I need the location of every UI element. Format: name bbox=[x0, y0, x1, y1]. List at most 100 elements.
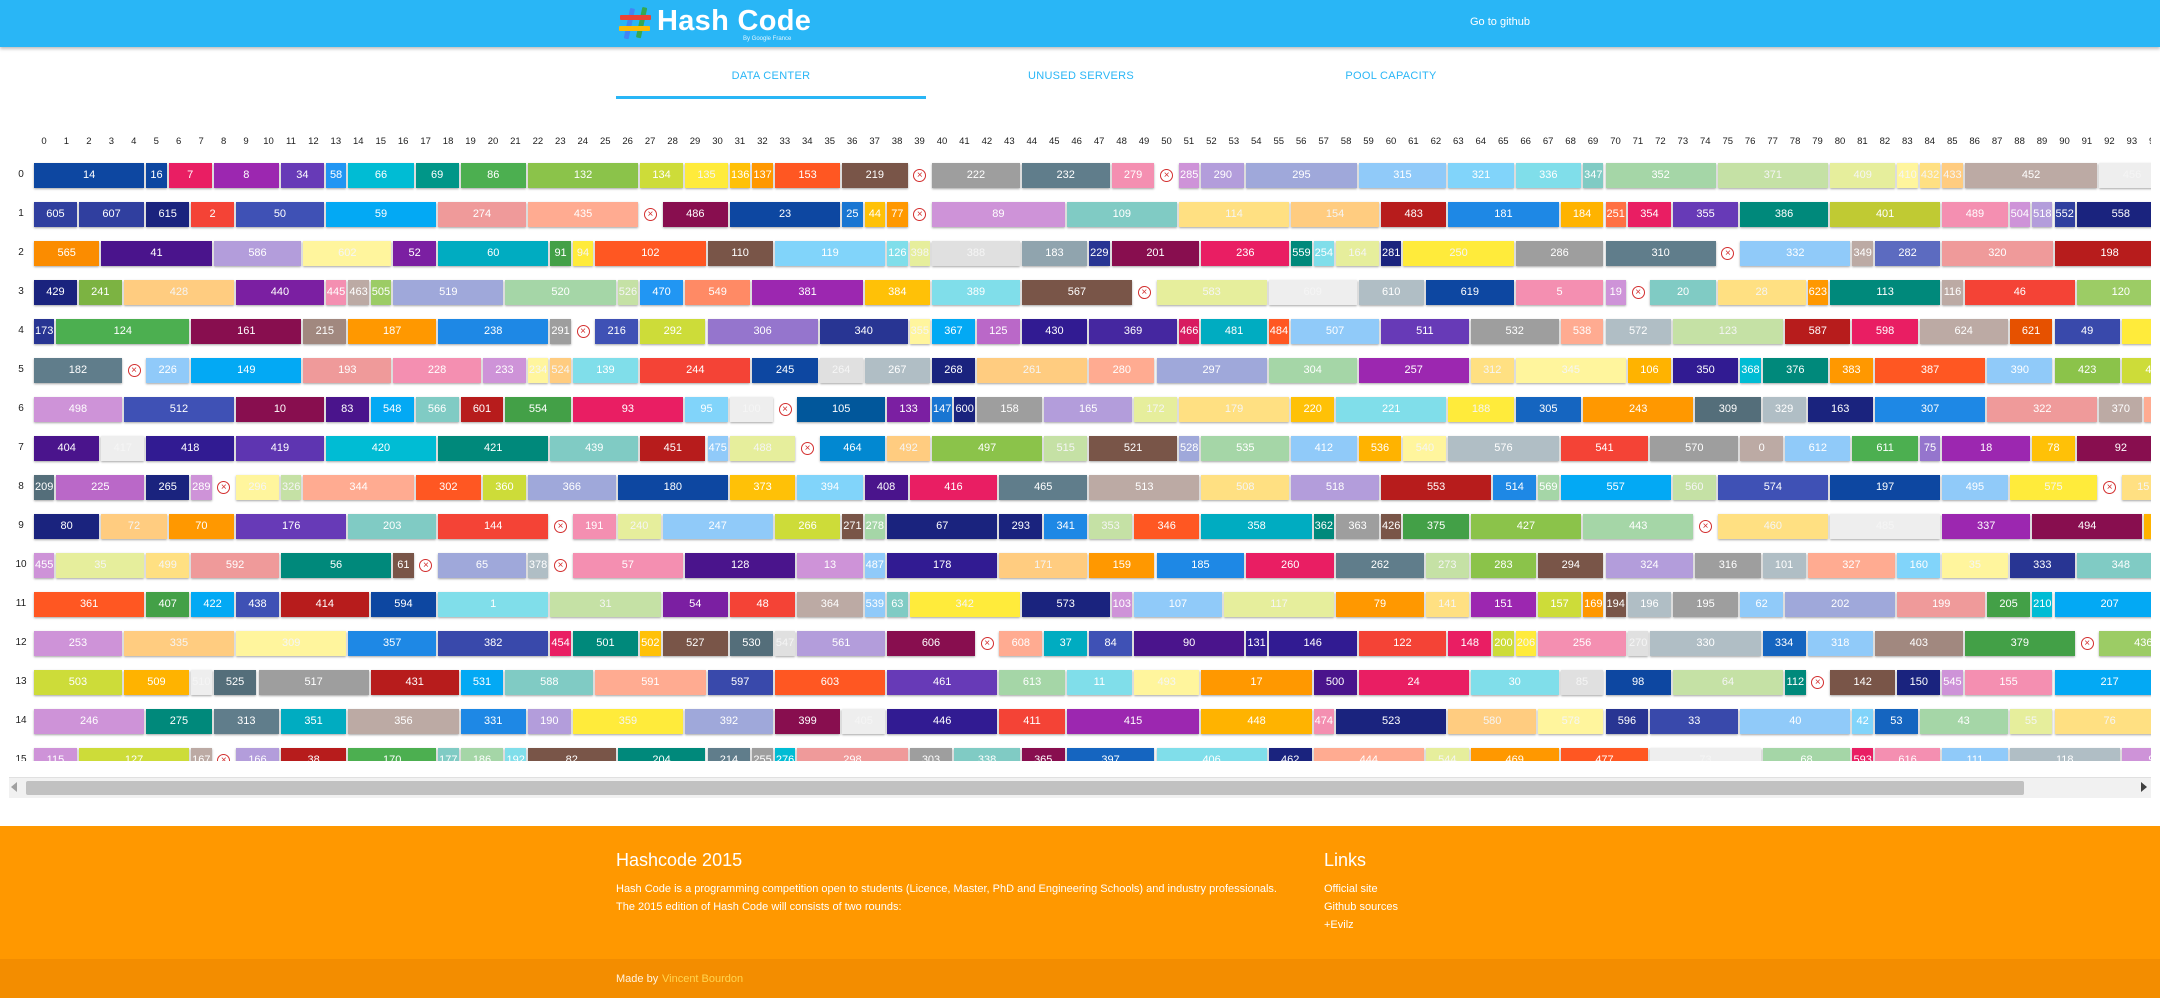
server-block[interactable]: 313 bbox=[213, 709, 279, 734]
server-block[interactable]: 613 bbox=[999, 670, 1065, 695]
server-block[interactable]: 518 bbox=[2032, 202, 2053, 227]
server-block[interactable]: 106 bbox=[1627, 358, 1671, 383]
server-block[interactable]: 573 bbox=[1021, 592, 1110, 617]
server-block[interactable]: 312 bbox=[1470, 358, 1514, 383]
server-block[interactable]: 338 bbox=[954, 748, 1020, 761]
official-site-link[interactable]: Official site bbox=[1324, 883, 1378, 895]
server-block[interactable]: 382 bbox=[438, 631, 549, 656]
server-block[interactable]: 410 bbox=[1897, 163, 1918, 188]
server-block[interactable]: 163 bbox=[1807, 397, 1873, 422]
server-block[interactable]: 493 bbox=[1134, 670, 1200, 695]
server-block[interactable]: 557 bbox=[1560, 475, 1671, 500]
server-block[interactable]: 278 bbox=[864, 514, 886, 539]
server-block[interactable]: 177 bbox=[438, 748, 459, 761]
server-block[interactable]: 426 bbox=[1381, 514, 1402, 539]
server-block[interactable]: 415 bbox=[1066, 709, 1200, 734]
server-block[interactable]: 376 bbox=[1762, 358, 1828, 383]
server-block[interactable]: 201 bbox=[1111, 241, 1200, 266]
server-block[interactable]: 528 bbox=[1178, 436, 1200, 461]
server-block[interactable]: 123 bbox=[1672, 319, 1784, 344]
server-block[interactable]: 438 bbox=[236, 592, 279, 617]
server-block[interactable]: 532 bbox=[1470, 319, 1559, 344]
hash-logo-icon[interactable] bbox=[616, 4, 656, 42]
server-block[interactable]: 48 bbox=[729, 592, 796, 617]
server-block[interactable]: 244 bbox=[640, 358, 751, 383]
server-block[interactable]: 309 bbox=[1695, 397, 1761, 422]
server-block[interactable]: 354 bbox=[1627, 202, 1671, 227]
server-block[interactable]: 0 bbox=[1740, 436, 1784, 461]
server-block[interactable]: 390 bbox=[1987, 358, 2053, 383]
server-block[interactable]: 19 bbox=[1605, 280, 1626, 305]
server-block[interactable]: 355 bbox=[1672, 202, 1739, 227]
server-block[interactable]: 214 bbox=[707, 748, 751, 761]
server-block[interactable]: 406 bbox=[1156, 748, 1267, 761]
server-block[interactable]: 164 bbox=[1336, 241, 1379, 266]
server-block[interactable]: 363 bbox=[1336, 514, 1379, 539]
server-block[interactable]: 606 bbox=[887, 631, 975, 656]
server-block[interactable]: 444 bbox=[1313, 748, 1424, 761]
server-block[interactable]: 574 bbox=[1717, 475, 1828, 500]
server-block[interactable]: 40 bbox=[1740, 709, 1851, 734]
server-block[interactable]: 55 bbox=[2009, 709, 2053, 734]
server-block[interactable]: 569 bbox=[1538, 475, 1559, 500]
github-sources-link[interactable]: Github sources bbox=[1324, 901, 1398, 913]
server-block[interactable]: 485 bbox=[1830, 514, 1941, 539]
server-block[interactable]: 419 bbox=[236, 436, 324, 461]
server-block[interactable]: 5 bbox=[1515, 280, 1604, 305]
server-block[interactable]: 43 bbox=[1919, 709, 2008, 734]
github-link[interactable]: Go to github bbox=[1470, 16, 1530, 28]
server-block[interactable]: 268 bbox=[932, 358, 975, 383]
server-block[interactable]: 161 bbox=[191, 319, 302, 344]
server-block[interactable]: 600 bbox=[954, 397, 975, 422]
server-block[interactable]: 377 bbox=[2144, 397, 2151, 422]
scrollbar-thumb[interactable] bbox=[26, 781, 2024, 795]
server-block[interactable]: 266 bbox=[774, 514, 841, 539]
server-block[interactable]: 378 bbox=[527, 553, 549, 578]
server-block[interactable]: 82 bbox=[527, 748, 616, 761]
server-block[interactable]: 190 bbox=[527, 709, 571, 734]
server-block[interactable]: 281 bbox=[1381, 241, 1402, 266]
server-block[interactable]: 615 bbox=[146, 202, 190, 227]
server-block[interactable]: 205 bbox=[1987, 592, 2031, 617]
server-block[interactable]: 357 bbox=[348, 631, 437, 656]
server-block[interactable]: 601 bbox=[460, 397, 504, 422]
server-block[interactable]: 510 bbox=[191, 670, 212, 695]
server-block[interactable]: 134 bbox=[640, 163, 684, 188]
server-block[interactable]: 418 bbox=[146, 436, 235, 461]
server-block[interactable]: 194 bbox=[1605, 592, 1626, 617]
server-block[interactable]: 24 bbox=[1358, 670, 1469, 695]
server-block[interactable]: 120 bbox=[2076, 280, 2151, 305]
server-block[interactable]: 151 bbox=[1470, 592, 1537, 617]
server-block[interactable]: 547 bbox=[774, 631, 796, 656]
server-block[interactable]: 347 bbox=[1583, 163, 1604, 188]
server-block[interactable]: 115 bbox=[34, 748, 77, 761]
server-block[interactable]: 593 bbox=[1852, 748, 1873, 761]
server-block[interactable]: 575 bbox=[2009, 475, 2098, 500]
server-block[interactable]: 274 bbox=[438, 202, 526, 227]
server-block[interactable]: 255 bbox=[752, 748, 773, 761]
server-block[interactable]: 179 bbox=[1178, 397, 1290, 422]
server-block[interactable]: 498 bbox=[34, 397, 122, 422]
server-block[interactable]: 125 bbox=[976, 319, 1020, 344]
server-block[interactable]: 292 bbox=[640, 319, 706, 344]
server-block[interactable]: 460 bbox=[1717, 514, 1828, 539]
server-block[interactable]: 62 bbox=[1740, 592, 1784, 617]
server-block[interactable]: 320 bbox=[1942, 241, 2053, 266]
server-block[interactable]: 407 bbox=[146, 592, 190, 617]
server-block[interactable]: 141 bbox=[1425, 592, 1469, 617]
server-block[interactable]: 111 bbox=[1942, 748, 2008, 761]
server-block[interactable]: 465 bbox=[999, 475, 1088, 500]
server-block[interactable]: 117 bbox=[1223, 592, 1335, 617]
server-block[interactable]: 318 bbox=[1807, 631, 1873, 656]
server-block[interactable]: 291 bbox=[550, 319, 571, 344]
server-block[interactable]: 137 bbox=[752, 163, 773, 188]
server-block[interactable]: 463 bbox=[348, 280, 369, 305]
server-block[interactable]: 113 bbox=[1830, 280, 1941, 305]
server-block[interactable]: 251 bbox=[1605, 202, 1626, 227]
server-block[interactable]: 297 bbox=[1156, 358, 1267, 383]
server-block[interactable]: 261 bbox=[976, 358, 1088, 383]
server-block[interactable]: 404 bbox=[34, 436, 100, 461]
server-block[interactable]: 157 bbox=[1538, 592, 1582, 617]
server-block[interactable]: 69 bbox=[415, 163, 459, 188]
server-block[interactable]: 381 bbox=[752, 280, 863, 305]
